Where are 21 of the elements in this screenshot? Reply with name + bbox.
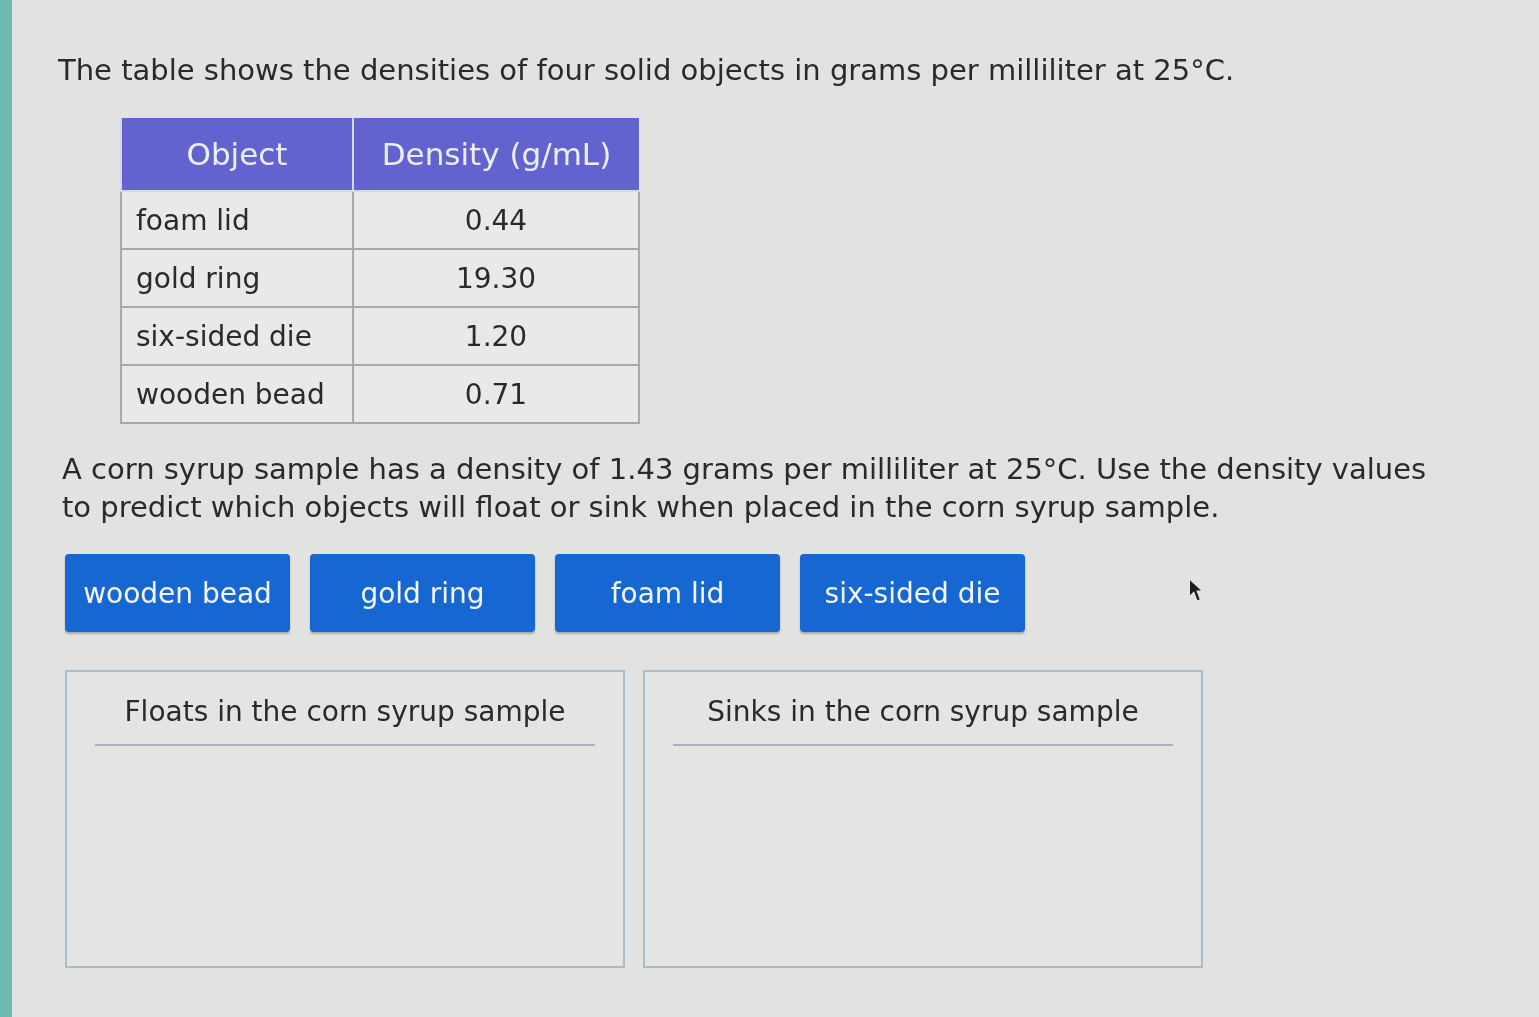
table-cell: 0.71	[353, 365, 639, 423]
column-header: Object	[121, 118, 353, 191]
drop-zone[interactable]: Floats in the corn syrup sample	[65, 670, 625, 968]
question-text: The table shows the densities of four solid objects in grams per milliliter at 25°C.	[58, 52, 1235, 89]
table-cell: gold ring	[121, 249, 353, 307]
table-cell: 1.20	[353, 307, 639, 365]
column-header: Density (g/mL)	[353, 118, 639, 191]
mouse-pointer-icon	[1188, 578, 1204, 602]
table-cell: foam lid	[121, 191, 353, 249]
drag-tile[interactable]: gold ring	[310, 554, 535, 632]
table-cell: six-sided die	[121, 307, 353, 365]
drop-zone[interactable]: Sinks in the corn syrup sample	[643, 670, 1203, 968]
drag-tile[interactable]: six-sided die	[800, 554, 1025, 632]
drop-zone-title: Floats in the corn syrup sample	[124, 694, 566, 730]
drop-zone-title: Sinks in the corn syrup sample	[707, 694, 1139, 730]
drag-tile[interactable]: foam lid	[555, 554, 780, 632]
table-cell: 19.30	[353, 249, 639, 307]
drag-tile[interactable]: wooden bead	[65, 554, 290, 632]
table-cell: wooden bead	[121, 365, 353, 423]
instruction-text: A corn syrup sample has a density of 1.43 grams per milliliter at 25°C. Use the density values to predict which objects will float or sink when placed in the corn syrup sample.	[62, 451, 1428, 526]
table-cell: 0.44	[353, 191, 639, 249]
